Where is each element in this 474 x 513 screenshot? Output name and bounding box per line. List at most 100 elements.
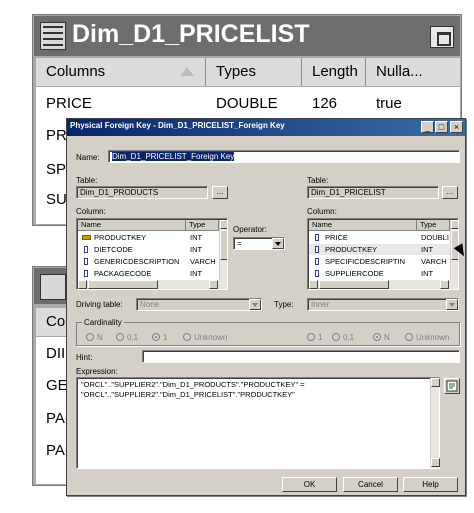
list-item[interactable]: SPECIFICDESCRIPTIN VARCH	[309, 256, 450, 267]
radio-label: Unknown	[194, 333, 228, 342]
scroll-thumb[interactable]	[88, 280, 158, 289]
list-item[interactable]: PACKAGECODE INT	[78, 268, 219, 279]
chevron-down-icon[interactable]	[272, 238, 284, 249]
scroll-left-button[interactable]	[78, 280, 87, 289]
table-icon	[40, 22, 66, 50]
column-type: VARCH	[190, 257, 216, 266]
cardinality-left-radio[interactable]	[152, 333, 160, 341]
right-column-grid[interactable]: Name Type PRICE DOUBLI PRODUCTKEY INT SP…	[307, 218, 459, 290]
scroll-left-button[interactable]	[309, 280, 318, 289]
right-grid-hscroll[interactable]	[309, 280, 458, 289]
column-name: PRODUCTKEY	[325, 245, 378, 254]
column-icon	[315, 258, 319, 265]
driving-table-select[interactable]: None	[136, 298, 262, 311]
scroll-thumb[interactable]	[220, 230, 227, 260]
cardinality-left-radio[interactable]	[86, 333, 94, 341]
radio-label: N	[97, 333, 103, 342]
table-cell: DII	[46, 345, 66, 362]
expression-builder-button[interactable]	[444, 378, 460, 394]
table-cell: PR	[46, 127, 67, 144]
scroll-right-button[interactable]	[440, 280, 449, 289]
scroll-up-button[interactable]	[220, 220, 227, 229]
chevron-down-icon[interactable]	[446, 299, 458, 310]
left-table-label: Table:	[76, 176, 98, 185]
column-header-length[interactable]: Length	[302, 58, 366, 86]
list-item[interactable]: PRODUCTKEY INT	[78, 232, 219, 243]
column-header-columns[interactable]: Columns	[36, 58, 206, 86]
column-name: PACKAGECODE	[94, 269, 152, 278]
join-type-select[interactable]: Inner	[307, 298, 459, 311]
cancel-button[interactable]: Cancel	[343, 477, 398, 492]
left-column-label: Column:	[76, 207, 106, 216]
scroll-up-button[interactable]	[451, 220, 458, 229]
scroll-up-button[interactable]	[431, 378, 440, 387]
column-name: DIETCODE	[94, 245, 133, 254]
list-item[interactable]: PRICE DOUBLI	[309, 232, 450, 243]
hint-label: Hint:	[76, 353, 93, 362]
radio-label: 1	[163, 333, 168, 342]
grid-header-name[interactable]: Name	[78, 220, 186, 231]
maximize-icon[interactable]	[430, 26, 454, 48]
cardinality-right-radio[interactable]	[373, 333, 381, 341]
column-header-types[interactable]: Types	[206, 58, 302, 86]
expression-builder-icon	[446, 380, 458, 392]
right-table-field[interactable]: Dim_D1_PRICELIST	[307, 186, 439, 199]
scroll-down-button[interactable]	[431, 458, 440, 467]
table-cell: GE	[46, 377, 68, 394]
chevron-down-icon[interactable]	[249, 299, 261, 310]
scroll-thumb[interactable]	[319, 280, 389, 289]
list-item[interactable]: SUPPLIERCODE INT	[309, 268, 450, 279]
column-type: INT	[190, 245, 203, 254]
column-type: INT	[421, 245, 434, 254]
grid-header-type[interactable]: Type	[417, 220, 450, 231]
name-field[interactable]: Dim_D1_PRICELIST_Foreign Key	[108, 150, 460, 163]
help-button[interactable]: Help	[403, 477, 458, 492]
list-item[interactable]: GENERICDESCRIPTION VARCH	[78, 256, 219, 267]
expression-field[interactable]: "ORCL".."SUPPLIER2"."Dim_D1_PRODUCTS"."P…	[76, 377, 440, 469]
name-label: Name:	[76, 153, 100, 162]
column-name: PRODUCTKEY	[94, 233, 147, 242]
left-table-browse-button[interactable]: ...	[212, 186, 228, 199]
radio-label: 1	[318, 333, 323, 342]
key-icon	[82, 235, 91, 240]
operator-label: Operator:	[233, 225, 267, 234]
left-column-grid[interactable]: Name Type PRODUCTKEY INT DIETCODE INT GE…	[76, 218, 228, 290]
cardinality-left-radio[interactable]	[116, 333, 124, 341]
type-label: Type:	[274, 300, 294, 309]
left-grid-hscroll[interactable]	[78, 280, 227, 289]
cardinality-right-radio[interactable]	[307, 333, 315, 341]
column-header-label: Columns	[46, 63, 106, 80]
cardinality-left-radio[interactable]	[183, 333, 191, 341]
cardinality-right-radio[interactable]	[405, 333, 413, 341]
name-value: Dim_D1_PRICELIST_Foreign Key	[112, 152, 235, 161]
list-item[interactable]: DIETCODE INT	[78, 244, 219, 255]
cardinality-right-radio[interactable]	[332, 333, 340, 341]
column-name: PRICE	[325, 233, 348, 242]
right-table-browse-button[interactable]: ...	[442, 186, 458, 199]
column-type: INT	[190, 233, 203, 242]
list-item[interactable]: PRODUCTKEY INT	[309, 244, 450, 255]
ok-button[interactable]: OK	[282, 477, 337, 492]
radio-label: 0,1	[343, 333, 355, 342]
grid-header-name[interactable]: Name	[309, 220, 417, 231]
hint-field[interactable]	[142, 350, 460, 363]
grid-header-type[interactable]: Type	[186, 220, 219, 231]
maximize-button[interactable]: □	[435, 121, 448, 133]
table-cell: true	[376, 95, 402, 112]
expression-line: "ORCL".."SUPPLIER2"."Dim_D1_PRODUCTS"."P…	[81, 380, 305, 389]
column-header-nullable[interactable]: Nulla...	[366, 58, 460, 86]
scroll-right-button[interactable]	[209, 280, 218, 289]
column-icon	[84, 258, 88, 265]
column-icon	[84, 246, 88, 253]
minimize-button[interactable]: _	[421, 121, 434, 133]
left-grid-vscroll[interactable]	[219, 220, 227, 280]
close-button[interactable]: ×	[450, 121, 463, 133]
background-table-title: Dim_D1_PRICELIST	[72, 20, 310, 48]
table-cell: PRICE	[46, 95, 92, 112]
table-cell: SU	[46, 191, 67, 208]
expression-vscroll[interactable]	[430, 378, 440, 468]
radio-label: Unknown	[416, 333, 450, 342]
column-name: SPECIFICDESCRIPTIN	[325, 257, 406, 266]
table-cell: 126	[312, 95, 338, 112]
left-table-field[interactable]: Dim_D1_PRODUCTS	[76, 186, 208, 199]
